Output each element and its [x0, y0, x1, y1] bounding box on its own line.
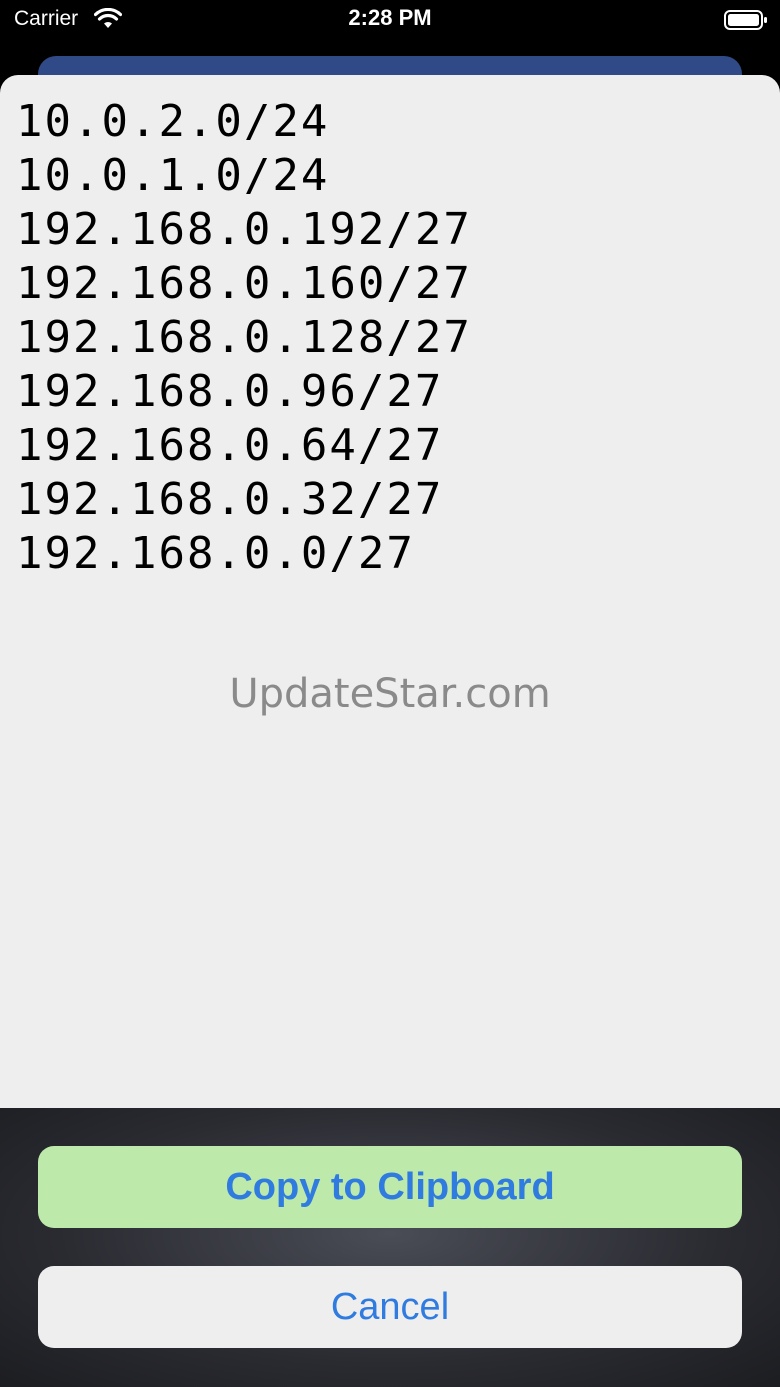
subnet-sheet: 10.0.2.0/24 10.0.1.0/24 192.168.0.192/27…: [0, 75, 780, 1108]
subnet-item: 10.0.1.0/24: [16, 150, 330, 201]
subnet-item: 192.168.0.0/27: [16, 528, 415, 579]
subnet-list: 10.0.2.0/24 10.0.1.0/24 192.168.0.192/27…: [16, 95, 472, 581]
subnet-item: 192.168.0.96/27: [16, 366, 444, 417]
status-bar: Carrier 2:28 PM: [0, 0, 780, 44]
status-time: 2:28 PM: [348, 5, 432, 30]
cancel-button[interactable]: Cancel: [38, 1266, 742, 1348]
subnet-item: 10.0.2.0/24: [16, 96, 330, 147]
subnet-item: 192.168.0.32/27: [16, 474, 444, 525]
watermark: UpdateStar.com: [229, 671, 551, 717]
copy-to-clipboard-button[interactable]: Copy to Clipboard: [38, 1146, 742, 1228]
subnet-item: 192.168.0.64/27: [16, 420, 444, 471]
subnet-item: 192.168.0.160/27: [16, 258, 472, 309]
subnet-item: 192.168.0.128/27: [16, 312, 472, 363]
action-area: Copy to Clipboard Cancel: [0, 1108, 780, 1387]
subnet-item: 192.168.0.192/27: [16, 204, 472, 255]
battery-icon: [724, 9, 768, 31]
screen: Carrier 2:28 PM 10.0.2.0/24 10.0.1.0/24 …: [0, 0, 780, 1387]
